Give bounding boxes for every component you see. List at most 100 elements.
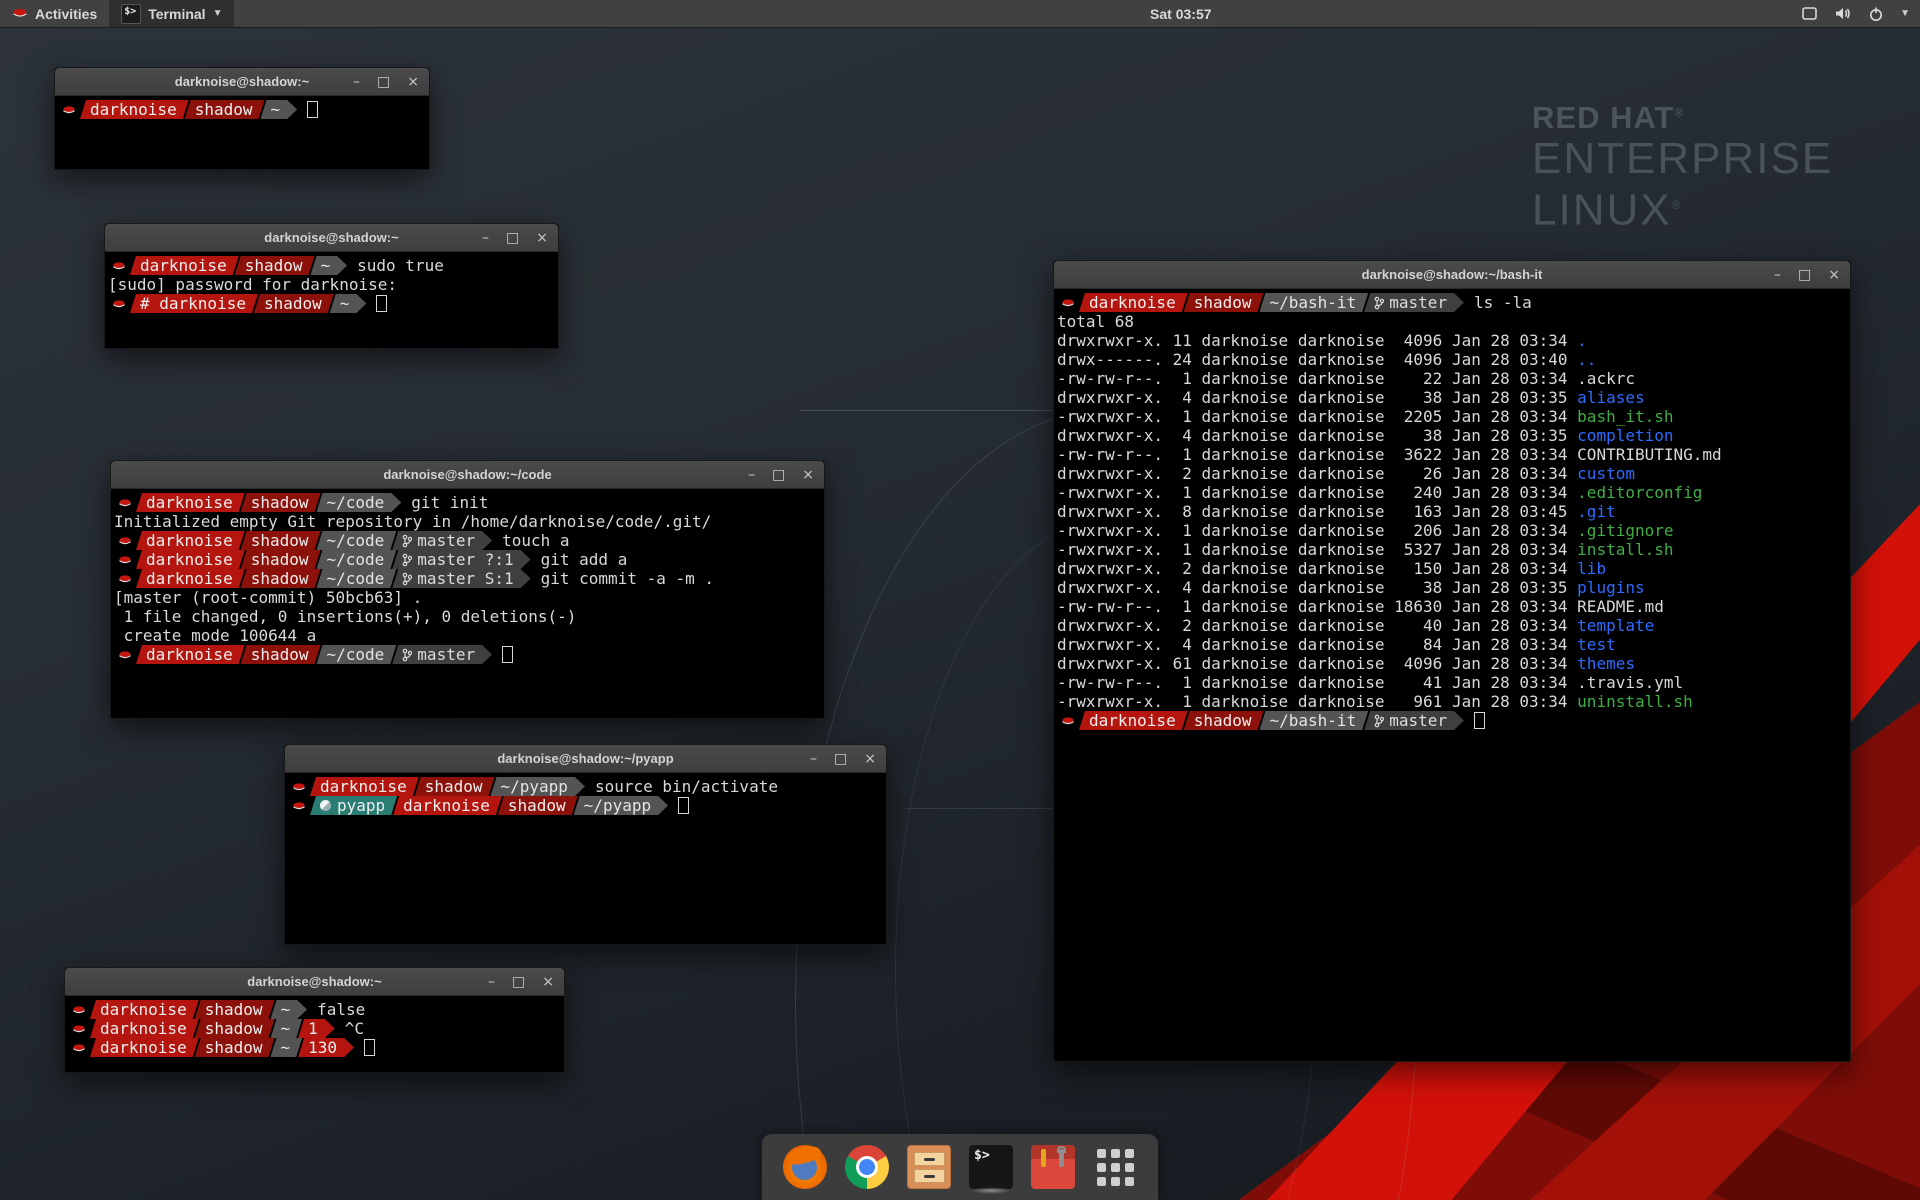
app-grid-icon [1097, 1149, 1134, 1186]
prompt-segment-host: shadow [195, 1019, 275, 1038]
maximize-button[interactable]: □ [512, 975, 525, 989]
ls-entry-name: README.md [1577, 597, 1664, 616]
minimize-button[interactable]: – [482, 231, 489, 245]
ls-entry-name: custom [1577, 464, 1635, 483]
window-title: darknoise@shadow:~/pyapp [497, 751, 673, 766]
terminal-body[interactable]: darknoiseshadow~/bash-itmasterls -latota… [1054, 289, 1850, 1065]
prompt-segment-hat [68, 1019, 94, 1038]
close-button[interactable]: × [542, 975, 554, 989]
prompt-segment-hat [114, 550, 140, 569]
close-button[interactable]: × [864, 752, 876, 766]
terminal-line: drwxrwxr-x. 2 darknoise darknoise 40 Jan… [1057, 616, 1850, 635]
prompt-segment-path: ~/code [317, 645, 397, 664]
titlebar[interactable]: darknoise@shadow:~ – □ × [65, 968, 564, 996]
minimize-button[interactable]: – [1774, 268, 1781, 282]
terminal-line: darknoiseshadow~1^C [68, 1019, 564, 1038]
dock-item-terminal[interactable]: $> [968, 1144, 1014, 1190]
prompt-segment-host: shadow [241, 531, 321, 550]
window-controls: – □ × [482, 224, 548, 251]
terminal-window-term-code: darknoise@shadow:~/code–□×darknoiseshado… [110, 460, 825, 719]
ls-entry-name: lib [1577, 559, 1606, 578]
terminal-cursor [307, 101, 318, 118]
maximize-button[interactable]: □ [506, 231, 519, 245]
maximize-button[interactable]: □ [377, 75, 390, 89]
command-text: ^C [345, 1019, 364, 1038]
prompt-segment-hat [58, 100, 84, 119]
prompt-segment-git: master S:1 [392, 569, 530, 588]
command-text: false [317, 1000, 365, 1019]
terminal-icon: $> [969, 1145, 1013, 1189]
display-icon[interactable] [1801, 6, 1818, 21]
ls-entry-meta: -rw-rw-r--. 1 darknoise darknoise 3622 J… [1057, 445, 1577, 464]
minimize-button[interactable]: – [810, 752, 817, 766]
prompt-segment-user: darknoise [80, 100, 189, 119]
command-text: source bin/activate [595, 777, 778, 796]
dock-item-toolbox[interactable] [1030, 1144, 1076, 1190]
close-button[interactable]: × [802, 468, 814, 482]
prompt-segment-hat [114, 645, 140, 664]
titlebar[interactable]: darknoise@shadow:~/code–□× [111, 461, 824, 489]
terminal-window-term-pyapp: darknoise@shadow:~/pyapp – □ × darknoiseshad… [284, 744, 887, 945]
minimize-button[interactable]: – [488, 975, 495, 989]
app-menu-terminal[interactable]: $> Terminal ▼ [109, 0, 234, 27]
close-button[interactable]: × [407, 75, 419, 89]
prompt-segment-git: master ?:1 [392, 550, 530, 569]
close-button[interactable]: × [1828, 268, 1840, 282]
dock-item-file-manager[interactable] [906, 1144, 952, 1190]
command-text: git init [411, 493, 488, 512]
titlebar[interactable]: darknoise@shadow:~/pyapp – □ × [285, 745, 886, 773]
ls-entry-name: bash_it.sh [1577, 407, 1673, 426]
prompt-segment-git: master [392, 645, 492, 664]
terminal-line: -rwxrwxr-x. 1 darknoise darknoise 240 Ja… [1057, 483, 1850, 502]
prompt-segment-path: ~/bash-it [1260, 293, 1369, 312]
terminal-body[interactable]: darknoiseshadow~ [55, 96, 429, 173]
ls-entry-name: .ackrc [1577, 369, 1635, 388]
maximize-button[interactable]: □ [772, 468, 785, 482]
maximize-button[interactable]: □ [1798, 268, 1811, 282]
close-button[interactable]: × [536, 231, 548, 245]
titlebar[interactable]: darknoise@shadow:~/bash-it–□× [1054, 261, 1850, 289]
terminal-body[interactable]: darknoiseshadow~falsedarknoiseshadow~1^C… [65, 996, 564, 1076]
command-text: git add a [541, 550, 628, 569]
power-icon[interactable] [1868, 6, 1884, 22]
prompt-segment-path: ~/pyapp [574, 796, 668, 815]
terminal-line: darknoiseshadow~/codemaster S:1git commi… [114, 569, 824, 588]
window-title: darknoise@shadow:~ [247, 974, 381, 989]
volume-icon[interactable] [1834, 6, 1852, 21]
terminal-line: drwxrwxr-x. 11 darknoise darknoise 4096 … [1057, 331, 1850, 350]
prompt-segment-path: ~ [330, 294, 367, 313]
terminal-line: darknoiseshadow~false [68, 1000, 564, 1019]
prompt-segment-hat [1057, 711, 1083, 730]
terminal-line: drwxrwxr-x. 4 darknoise darknoise 84 Jan… [1057, 635, 1850, 654]
dock-item-firefox[interactable] [782, 1144, 828, 1190]
output-text: create mode 100644 a [114, 626, 316, 645]
minimize-button[interactable]: – [748, 468, 755, 482]
ls-entry-name: completion [1577, 426, 1673, 445]
terminal-body[interactable]: darknoiseshadow~sudo true[sudo] password… [105, 252, 558, 352]
titlebar[interactable]: darknoise@shadow:~ – □ × [55, 68, 429, 96]
terminal-line: drwxrwxr-x. 4 darknoise darknoise 38 Jan… [1057, 426, 1850, 445]
prompt-segment-status: 1 [298, 1019, 335, 1038]
clock[interactable]: Sat 03:57 [1150, 6, 1211, 22]
registered-mark: ® [1672, 198, 1683, 212]
chevron-down-icon[interactable]: ▼ [1900, 8, 1910, 19]
dock-item-app-grid[interactable] [1092, 1144, 1138, 1190]
terminal-body[interactable]: darknoiseshadow~/codegit initInitialized… [111, 489, 824, 722]
ls-entry-meta: drwxrwxr-x. 4 darknoise darknoise 38 Jan… [1057, 426, 1577, 445]
prompt-segment-host: shadow [1184, 711, 1264, 730]
prompt-segment-user: darknoise [136, 645, 245, 664]
output-text: [sudo] password for darknoise: [108, 275, 397, 294]
terminal-line: -rw-rw-r--. 1 darknoise darknoise 41 Jan… [1057, 673, 1850, 692]
terminal-body[interactable]: darknoiseshadow~/pyappsource bin/activat… [285, 773, 886, 948]
terminal-window-term-bashit: darknoise@shadow:~/bash-it–□×darknoisesh… [1053, 260, 1851, 1062]
maximize-button[interactable]: □ [834, 752, 847, 766]
terminal-line: darknoiseshadow~/codemaster [114, 645, 824, 664]
chevron-down-icon: ▼ [213, 8, 223, 19]
ls-entry-meta: -rw-rw-r--. 1 darknoise darknoise 22 Jan… [1057, 369, 1577, 388]
minimize-button[interactable]: – [353, 75, 360, 89]
prompt-segment-host: shadow [498, 796, 578, 815]
window-title: darknoise@shadow:~ [175, 74, 309, 89]
dock-item-chrome[interactable] [844, 1144, 890, 1190]
activities-button[interactable]: Activities [0, 0, 109, 27]
titlebar[interactable]: darknoise@shadow:~–□× [105, 224, 558, 252]
